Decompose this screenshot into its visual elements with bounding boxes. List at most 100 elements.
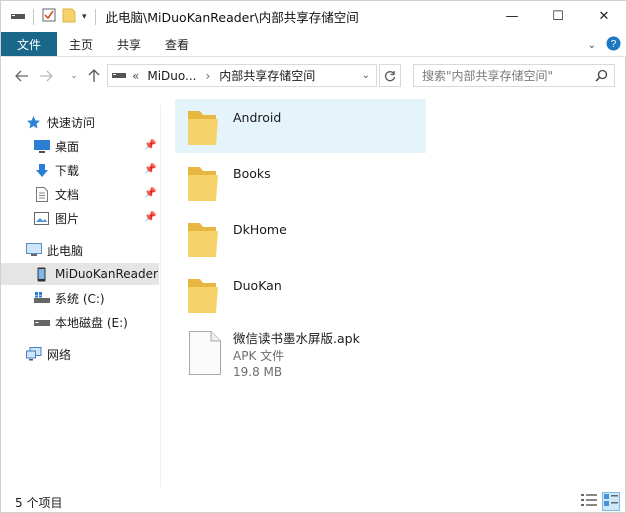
details-view-icon[interactable] [581,493,597,510]
breadcrumb-current[interactable]: 内部共享存储空间 [219,67,315,84]
sidebar-item-drive-c[interactable]: 系统 (C:) [1,287,159,309]
star-icon [26,115,41,130]
customize-toolbar-dropdown-icon[interactable]: ▾ [82,12,87,22]
search-icon[interactable] [595,69,608,85]
view-switcher [581,492,620,511]
folder-name: DkHome [233,222,287,237]
search-placeholder: 搜索"内部共享存储空间" [422,69,554,83]
refresh-icon [384,70,396,81]
sidebar-item-quick-access[interactable]: 快速访问 [1,111,159,133]
back-arrow-icon [15,70,28,82]
window-controls: — ☐ ✕ [489,1,626,32]
sidebar-item-this-pc[interactable]: 此电脑 [1,239,159,261]
folder-icon [186,107,220,150]
folder-name: DuoKan [233,278,282,293]
breadcrumb-device[interactable]: MiDuo... [147,69,196,83]
sidebar-item-desktop[interactable]: 桌面 📌 [1,135,159,157]
toolbar-divider [33,8,34,25]
address-bar[interactable]: « MiDuo... › 内部共享存储空间 ⌄ [107,64,377,87]
folder-item-dkhome[interactable]: DkHome [175,211,426,265]
computer-icon [26,243,42,257]
folder-icon [186,163,220,206]
ribbon-tabs: 文件 主页 共享 查看 ⌄ ? [1,32,626,57]
file-name: 微信读书墨水屏版.apk [233,331,360,346]
sidebar-item-label: 本地磁盘 (E:) [55,315,128,330]
folder-item-duokan[interactable]: DuoKan [175,267,426,321]
folder-item-android[interactable]: Android [175,99,426,153]
address-dropdown-icon[interactable]: ⌄ [362,70,370,81]
svg-text:?: ? [611,39,617,50]
drive-icon [11,9,25,24]
sidebar-item-label: 下载 [55,163,80,178]
folder-name: Android [233,110,282,125]
folder-item-books[interactable]: Books [175,155,426,209]
quick-access-toolbar: ▾ [1,1,98,32]
sidebar-item-documents[interactable]: 文档 📌 [1,183,159,205]
tab-view[interactable]: 查看 [153,32,201,56]
address-overflow[interactable]: « [132,69,139,83]
file-type: APK 文件 [233,349,285,363]
pin-icon: 📌 [144,212,157,223]
close-button[interactable]: ✕ [581,1,626,32]
sidebar-item-label: 桌面 [55,139,80,154]
new-folder-icon[interactable] [62,7,76,26]
sidebar-item-label: 快速访问 [47,115,96,130]
file-size: 19.8 MB [233,365,283,379]
network-icon [26,347,42,361]
desktop-icon [34,139,50,153]
tab-file[interactable]: 文件 [1,32,57,56]
sidebar-item-device[interactable]: MiDuoKanReader [1,263,159,285]
forward-button[interactable] [35,65,57,87]
explorer-window: ▾ 此电脑\MiDuoKanReader\内部共享存储空间 — ☐ ✕ 文件 主… [0,0,626,513]
sidebar-item-label: MiDuoKanReader [55,267,158,281]
sidebar-item-pictures[interactable]: 图片 📌 [1,207,159,229]
window-title: 此电脑\MiDuoKanReader\内部共享存储空间 [105,10,359,25]
sidebar-item-label: 网络 [47,347,72,362]
search-box[interactable]: 搜索"内部共享存储空间" [413,64,615,87]
sidebar-item-label: 文档 [55,187,80,202]
navigation-bar: ⌄ « MiDuo... › 内部共享存储空间 ⌄ 搜索"内部共享存储空间" [1,57,626,95]
up-button[interactable] [83,65,105,87]
item-count: 5 个项目 [15,496,63,510]
file-list: Android Books DkHome DuoKan 微信读书墨水屏版.apk [171,97,621,487]
file-item-apk[interactable]: 微信读书墨水屏版.apk APK 文件 19.8 MB [175,323,426,383]
expand-ribbon-icon[interactable]: ⌄ [588,40,596,51]
folder-name: Books [233,166,271,181]
status-bar: 5 个项目 [1,487,626,513]
back-button[interactable] [11,65,33,87]
picture-icon [34,211,49,225]
folder-icon [186,219,220,262]
tiles-view-icon[interactable] [602,492,620,511]
file-icon [189,331,221,378]
phone-icon [37,267,46,282]
device-icon [112,69,126,83]
up-arrow-icon [88,69,100,82]
pin-icon: 📌 [144,188,157,199]
navigation-pane: 快速访问 桌面 📌 下载 📌 文档 📌 图片 📌 此电脑 MiDuoKanRea… [1,105,161,487]
sidebar-item-label: 图片 [55,211,80,226]
sidebar-item-drive-e[interactable]: 本地磁盘 (E:) [1,311,159,333]
title-bar: ▾ 此电脑\MiDuoKanReader\内部共享存储空间 — ☐ ✕ [1,1,626,32]
minimize-button[interactable]: — [489,1,535,32]
sidebar-item-label: 此电脑 [47,243,84,258]
document-icon [36,186,48,202]
tab-share[interactable]: 共享 [105,32,153,56]
ribbon-right-controls: ⌄ ? [588,36,621,54]
sidebar-item-label: 系统 (C:) [55,291,105,306]
sidebar-item-downloads[interactable]: 下载 📌 [1,159,159,181]
properties-icon[interactable] [42,8,56,25]
download-arrow-icon [35,163,49,178]
maximize-button[interactable]: ☐ [535,1,581,32]
folder-icon [186,275,220,318]
pin-icon: 📌 [144,140,157,151]
tab-home[interactable]: 主页 [57,32,105,56]
drive-icon [34,317,50,327]
breadcrumb-separator[interactable]: › [205,69,210,83]
sidebar-item-network[interactable]: 网络 [1,343,159,365]
forward-arrow-icon [40,70,53,82]
help-icon[interactable]: ? [606,36,621,54]
toolbar-divider [94,8,96,25]
refresh-button[interactable] [379,64,401,87]
pin-icon: 📌 [144,164,157,175]
recent-locations-dropdown-icon[interactable]: ⌄ [63,65,85,87]
